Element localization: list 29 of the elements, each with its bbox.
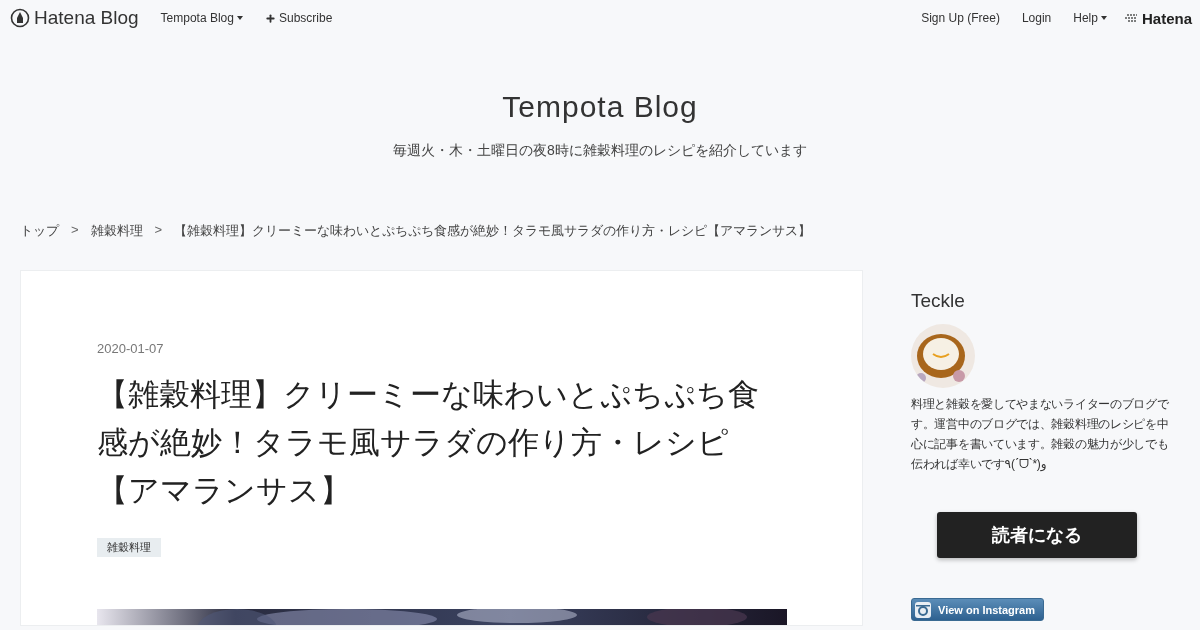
nav-link[interactable]: Subscribe [264, 11, 333, 25]
author-name[interactable]: Teckle [911, 290, 1162, 312]
caret-icon [1100, 16, 1107, 20]
logo-text: Hatena Blog [34, 7, 139, 29]
blog-title[interactable]: Tempota Blog [0, 90, 1200, 124]
breadcrumb-separator: > [154, 222, 163, 239]
breadcrumb-separator: > [71, 222, 79, 239]
article-date: 2020-01-07 [97, 341, 165, 356]
category-tag[interactable]: 雑穀料理 [97, 538, 161, 557]
pen-logo-icon [10, 8, 30, 28]
article-title[interactable]: 【雑穀料理】クリーミーな味わいとぷちぷち食感が絶妙！タラモ風サラダの作り方・レシピ【アマランサス】 [97, 370, 787, 514]
author-bio: 料理と雑穀を愛してやまないライターのブログです。運営中のブログでは、雑穀料理のレシピを中心に記事を書いています。雑穀の魅力が少しでも伝われば幸いです٩(ˊᗜˋ*)و [911, 396, 1170, 473]
breadcrumb-link[interactable]: トップ [20, 222, 59, 240]
breadcrumb-link[interactable]: 【雑穀料理】クリーミーな味わいとぷちぷち食感が絶妙！タラモ風サラダの作り方・レシピ【アマランサス】 [174, 222, 812, 240]
dashes-icon [1124, 13, 1139, 23]
blog-description: 毎週火・木・土曜日の夜8時に雑穀料理のレシピを紹介しています [392, 142, 808, 160]
plus-icon [264, 12, 276, 24]
breadcrumb-link[interactable]: 雑穀料理 [90, 222, 143, 240]
camera-icon [914, 600, 932, 619]
brand-text: Hatena [1141, 9, 1192, 27]
nav-link[interactable]: Help [1073, 11, 1107, 25]
hatena-blog-logo[interactable]: Hatena Blog [10, 7, 139, 29]
nav-link[interactable]: Login [1021, 11, 1052, 25]
subscribe-button[interactable]: 読者になる [936, 512, 1137, 558]
instagram-button[interactable]: View on Instagram [911, 598, 1044, 621]
nav-link[interactable]: Tempota Blog [160, 11, 243, 25]
caret-icon [236, 16, 243, 20]
hatena-brand-link[interactable]: Hatena [1124, 9, 1192, 27]
nav-link[interactable]: Sign Up (Free) [921, 11, 1000, 25]
